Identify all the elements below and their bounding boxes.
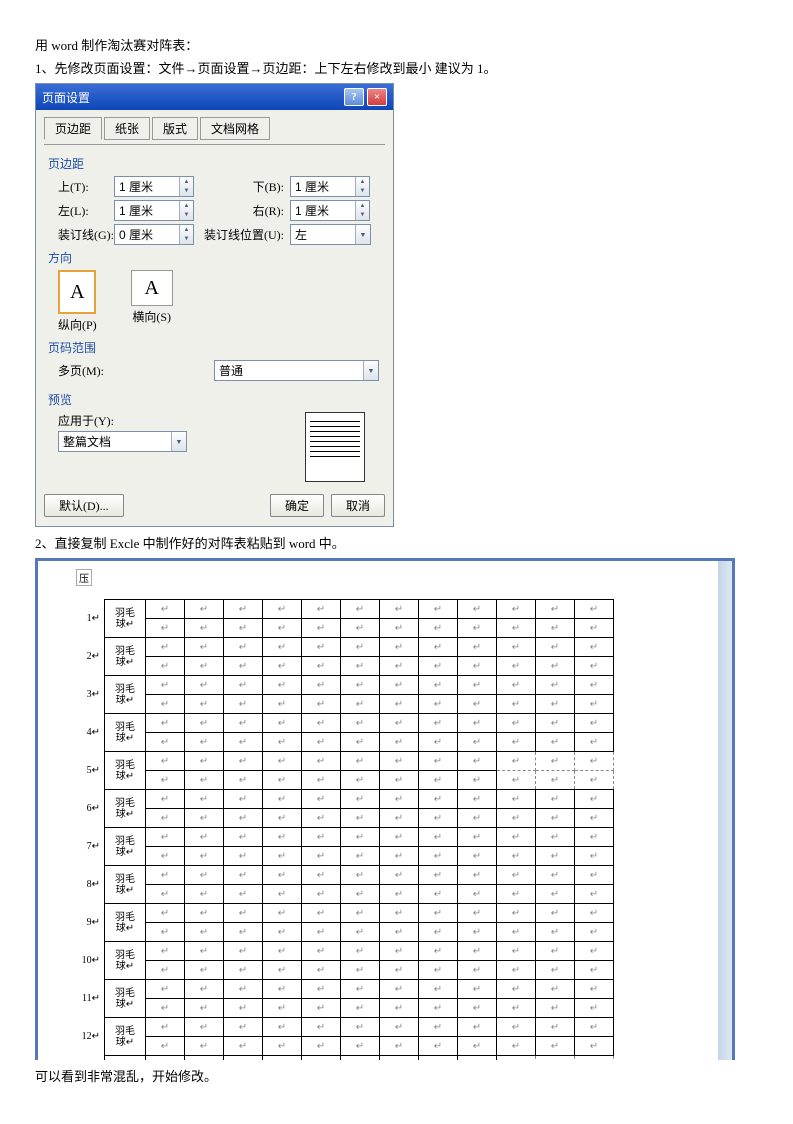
multi-select[interactable]: ▼: [214, 360, 379, 381]
entry-name: 羽毛球↵: [105, 638, 146, 676]
gutter-label: 装订线(G):: [58, 226, 114, 243]
tab-margins[interactable]: 页边距: [44, 117, 102, 140]
right-input[interactable]: ▲▼: [290, 200, 370, 221]
entry-name: 羽毛球↵: [105, 828, 146, 866]
entry-name: 羽毛球↵: [105, 790, 146, 828]
entry-name: 羽毛球↵: [105, 942, 146, 980]
default-button[interactable]: 默认(D)...: [44, 494, 124, 517]
tab-grid[interactable]: 文档网格: [200, 117, 270, 140]
row-number: 6↵: [66, 790, 105, 828]
row-number: 7↵: [66, 828, 105, 866]
tabs: 页边距 纸张 版式 文档网格: [44, 116, 385, 139]
page-setup-dialog: 页面设置 ? × 页边距 纸张 版式 文档网格 页边距 上(T): ▲▼ 下(B…: [35, 83, 394, 527]
title-bar[interactable]: 页面设置 ? ×: [36, 84, 393, 110]
top-input[interactable]: ▲▼: [114, 176, 194, 197]
step2: 2、直接复制 Excle 中制作好的对阵表粘贴到 word 中。: [35, 533, 758, 552]
orientation-landscape[interactable]: A横向(S): [131, 270, 173, 333]
row-number: 1↵: [66, 600, 105, 638]
right-label: 右(R):: [194, 202, 290, 219]
entry-name: 羽毛球↵: [105, 714, 146, 752]
orientation-portrait[interactable]: A纵向(P): [58, 270, 97, 333]
bottom-input[interactable]: ▲▼: [290, 176, 370, 197]
doc-title: 用 word 制作淘汰赛对阵表：: [35, 35, 758, 54]
left-input[interactable]: ▲▼: [114, 200, 194, 221]
top-label: 上(T):: [58, 178, 114, 195]
ok-button[interactable]: 确定: [270, 494, 324, 517]
preview-icon: [305, 412, 365, 482]
row-number: 11↵: [66, 980, 105, 1018]
group-range: 页码范围: [48, 339, 385, 356]
entry-name: 羽毛球↵: [105, 600, 146, 638]
row-number: 2↵: [66, 638, 105, 676]
group-preview: 预览: [48, 391, 385, 408]
apply-label: 应用于(Y):: [58, 412, 187, 429]
entry-name: 羽毛球↵: [105, 866, 146, 904]
row-number: 10↵: [66, 942, 105, 980]
entry-name: 羽毛球↵: [105, 980, 146, 1018]
gutter-pos-label: 装订线位置(U):: [194, 226, 290, 243]
dialog-title: 页面设置: [42, 89, 90, 106]
row-number: 8↵: [66, 866, 105, 904]
tab-paper[interactable]: 纸张: [104, 117, 150, 140]
entry-name: 羽毛球↵: [105, 676, 146, 714]
entry-name: 羽毛球↵: [105, 752, 146, 790]
entry-name: 羽毛球↵: [105, 1018, 146, 1056]
corner-marker: 压: [76, 569, 92, 586]
entry-name: 羽毛球↵: [105, 1056, 146, 1061]
row-number: 4↵: [66, 714, 105, 752]
left-label: 左(L):: [58, 202, 114, 219]
row-number: 13↵: [66, 1056, 105, 1061]
row-number: 12↵: [66, 1018, 105, 1056]
bracket-table: 1↵羽毛球↵↵↵↵↵↵↵↵↵↵↵↵↵↵↵↵↵↵↵↵↵↵↵↵↵2↵羽毛球↵↵↵↵↵…: [66, 599, 614, 1060]
multi-label: 多页(M):: [58, 362, 114, 379]
row-number: 9↵: [66, 904, 105, 942]
apply-select[interactable]: ▼: [58, 431, 187, 452]
bottom-label: 下(B):: [194, 178, 290, 195]
word-page: 压 1↵羽毛球↵↵↵↵↵↵↵↵↵↵↵↵↵↵↵↵↵↵↵↵↵↵↵↵↵2↵羽毛球↵↵↵…: [35, 558, 735, 1060]
close-icon[interactable]: ×: [367, 88, 387, 106]
step1: 1、先修改页面设置：文件→页面设置→页边距：上下左右修改到最小 建议为 1。: [35, 58, 758, 77]
gutter-input[interactable]: ▲▼: [114, 224, 194, 245]
group-orient: 方向: [48, 249, 385, 266]
help-icon[interactable]: ?: [344, 88, 364, 106]
row-number: 5↵: [66, 752, 105, 790]
group-margin: 页边距: [48, 155, 385, 172]
footer-text: 可以看到非常混乱，开始修改。: [35, 1066, 758, 1085]
cancel-button[interactable]: 取消: [331, 494, 385, 517]
entry-name: 羽毛球↵: [105, 904, 146, 942]
tab-layout[interactable]: 版式: [152, 117, 198, 140]
row-number: 3↵: [66, 676, 105, 714]
gutter-pos-select[interactable]: ▼: [290, 224, 371, 245]
